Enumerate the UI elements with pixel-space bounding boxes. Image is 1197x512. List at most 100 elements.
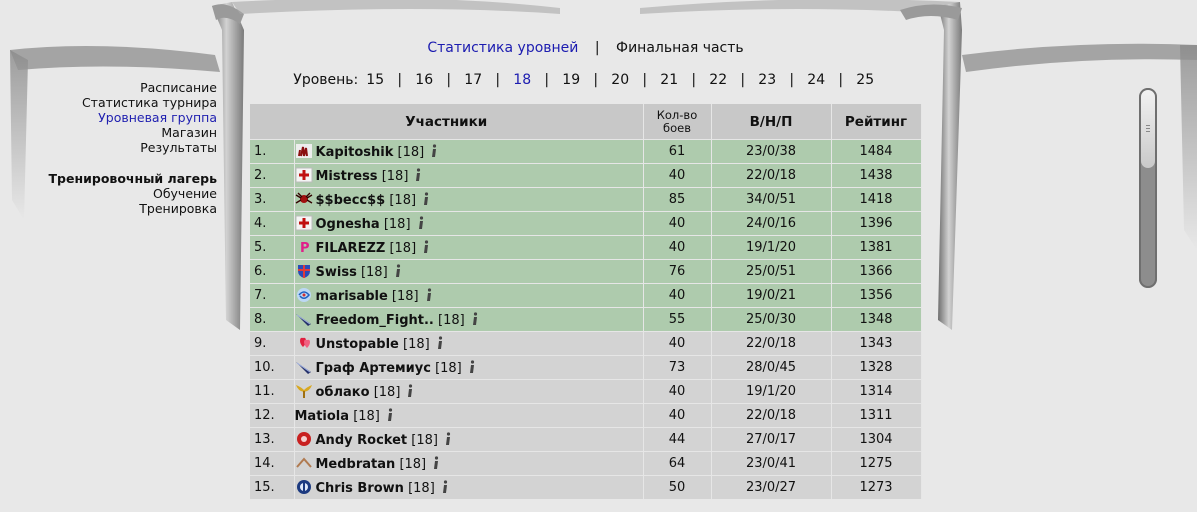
level-link-16[interactable]: 16 — [412, 72, 437, 88]
menu-item-level-group[interactable]: Уровневая группа — [20, 110, 217, 125]
info-icon[interactable] — [432, 456, 440, 470]
player-name-link[interactable]: облако — [316, 385, 370, 400]
level-link-20[interactable]: 20 — [608, 72, 633, 88]
info-icon[interactable] — [417, 216, 425, 230]
menu-item-training[interactable]: Тренировка — [20, 201, 217, 216]
row-wdl: 23/0/38 — [711, 139, 832, 164]
scrollbar[interactable] — [1139, 88, 1157, 288]
table-row: 15. Chris Brown [18] 50 23/0/27 1273 — [250, 475, 922, 499]
level-link-23[interactable]: 23 — [755, 72, 780, 88]
row-rating: 1484 — [831, 139, 922, 164]
menu-section-training-camp: Тренировочный лагерь — [48, 171, 217, 186]
info-icon[interactable] — [468, 360, 476, 374]
row-rank: 15. — [250, 475, 295, 499]
level-link-21[interactable]: 21 — [657, 72, 682, 88]
player-name-link[interactable]: Unstopable — [316, 337, 399, 352]
row-participant: Freedom_Fight.. [18] — [294, 307, 644, 332]
info-icon[interactable] — [471, 312, 479, 326]
row-battles: 55 — [643, 307, 712, 332]
row-participant: Andy Rocket [18] — [294, 427, 644, 452]
player-level: [18] — [438, 313, 465, 328]
player-name-link[interactable]: Ognesha — [316, 217, 380, 232]
player-level: [18] — [383, 217, 411, 232]
blue-emblem-icon — [296, 480, 311, 494]
row-wdl: 22/0/18 — [711, 331, 832, 356]
info-icon[interactable] — [394, 264, 402, 278]
row-battles: 64 — [643, 451, 712, 476]
header-rating: Рейтинг — [831, 104, 922, 140]
row-rank: 10. — [250, 355, 295, 380]
red-shield-icon — [296, 432, 311, 446]
table-row: 9. Unstopable [18] 40 22/0/18 1343 — [250, 331, 922, 356]
row-wdl: 25/0/30 — [711, 307, 832, 332]
level-separator: | — [691, 72, 697, 88]
header-battles-line1: Кол-во — [656, 107, 698, 122]
red-cross-icon — [295, 215, 312, 231]
row-wdl: 24/0/16 — [711, 211, 832, 236]
blade-icon — [295, 362, 311, 374]
level-separator: | — [495, 72, 501, 88]
table-row: 2. Mistress [18] 40 22/0/18 1438 — [250, 163, 922, 188]
player-level: [18] — [391, 289, 419, 304]
level-separator: | — [544, 72, 550, 88]
info-icon[interactable] — [436, 336, 444, 350]
player-name-link[interactable]: Freedom_Fight.. — [316, 313, 434, 328]
level-separator: | — [642, 72, 648, 88]
row-participant: Chris Brown [18] — [294, 475, 644, 499]
info-icon[interactable] — [422, 240, 430, 254]
final-part-link[interactable]: Финальная часть — [616, 40, 744, 56]
table-row: 11. облако [18] 40 19/1/20 1314 — [250, 379, 922, 404]
player-name-link[interactable]: FILAREZZ — [316, 241, 386, 256]
row-rank: 8. — [250, 307, 295, 332]
info-icon[interactable] — [444, 432, 452, 446]
player-name-link[interactable]: marisable — [316, 289, 388, 304]
player-level: [18] — [411, 433, 438, 448]
player-level: [18] — [408, 481, 435, 496]
player-name-link[interactable]: Andy Rocket — [316, 433, 408, 448]
level-link-19[interactable]: 19 — [559, 72, 584, 88]
menu-item-learning[interactable]: Обучение — [20, 186, 217, 201]
menu-item-shop[interactable]: Магазин — [20, 125, 217, 140]
player-name-link[interactable]: Kapitoshik — [316, 145, 394, 160]
level-link-18[interactable]: 18 — [510, 72, 535, 88]
player-name-link[interactable]: Swiss — [316, 265, 357, 280]
row-participant: $$becc$$ [18] — [294, 187, 644, 212]
info-icon[interactable] — [406, 384, 414, 398]
info-icon[interactable] — [414, 168, 422, 182]
menu-item-schedule[interactable]: Расписание — [20, 80, 217, 95]
row-rating: 1438 — [831, 163, 922, 188]
level-link-22[interactable]: 22 — [706, 72, 731, 88]
player-name-link[interactable]: Mistress — [316, 169, 378, 184]
info-icon[interactable] — [422, 192, 430, 206]
info-icon[interactable] — [430, 144, 438, 158]
row-battles: 76 — [643, 259, 712, 284]
row-battles: 73 — [643, 355, 712, 380]
row-battles: 61 — [643, 139, 712, 164]
svg-text:P: P — [300, 241, 310, 255]
info-icon[interactable] — [425, 288, 433, 302]
level-stats-link[interactable]: Статистика уровней — [427, 40, 578, 56]
row-wdl: 22/0/18 — [711, 403, 832, 428]
level-link-15[interactable]: 15 — [363, 72, 388, 88]
player-name-link[interactable]: Matiola — [295, 409, 350, 424]
player-name-link[interactable]: Граф Артемиус — [316, 361, 431, 376]
row-participant: Unstopable [18] — [294, 331, 644, 356]
menu-item-results[interactable]: Результаты — [20, 140, 217, 155]
scrollbar-thumb[interactable] — [1141, 90, 1155, 168]
row-rating: 1381 — [831, 235, 922, 260]
level-link-24[interactable]: 24 — [804, 72, 829, 88]
row-rating: 1356 — [831, 283, 922, 308]
table-row: 3. $$becc$$ [18] 85 34/0/51 1418 — [250, 187, 922, 212]
info-icon[interactable] — [386, 407, 394, 422]
player-name-link[interactable]: Medbratan — [316, 457, 396, 472]
level-link-17[interactable]: 17 — [461, 72, 486, 88]
row-wdl: 19/1/20 — [711, 379, 832, 404]
menu-item-tournament-stats[interactable]: Статистика турнира — [20, 95, 217, 110]
table-row: 8. Freedom_Fight.. [18] 55 25/0/30 1348 — [250, 307, 922, 332]
row-rank: 5. — [250, 235, 295, 260]
player-name-link[interactable]: Chris Brown — [316, 481, 404, 496]
info-icon[interactable] — [441, 480, 449, 494]
player-name-link[interactable]: $$becc$$ — [316, 193, 386, 208]
row-participant: Mistress [18] — [294, 163, 644, 188]
level-link-25[interactable]: 25 — [853, 72, 878, 88]
